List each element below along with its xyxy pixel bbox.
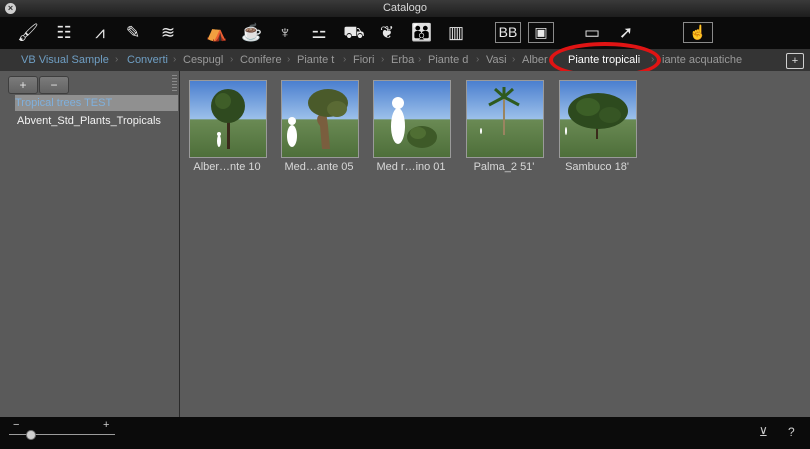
zoom-out-label: − — [13, 419, 20, 431]
category-tab[interactable]: Converti — [127, 49, 168, 71]
separator-chevron-icon: › — [418, 54, 422, 65]
sidebar: + − Tropical trees TEST Abvent_Std_Plant… — [0, 71, 180, 417]
tree-item-tropical-trees-test[interactable]: Tropical trees TEST — [15, 95, 178, 111]
thumbnail-tree[interactable] — [189, 80, 267, 158]
people-icon[interactable]: 👪 — [410, 22, 434, 44]
cup-icon[interactable]: ☕ — [240, 22, 264, 44]
tree-image — [211, 89, 245, 149]
download-icon[interactable]: ⊻ — [759, 425, 768, 439]
category-tab[interactable]: Piante d — [428, 49, 468, 71]
separator-chevron-icon: › — [512, 54, 516, 65]
thumbnail-label: Sambuco 18' — [565, 161, 629, 173]
folder-icon[interactable]: ▭ — [580, 22, 604, 44]
catalog-window: × Catalogo 🖌 ☷ ⩘ ✎ ≋ ⛺ ☕ ♆ ⚍ ⛟ ❦ 👪 ▥ BB … — [0, 0, 810, 449]
thumbnail-tree[interactable] — [281, 80, 359, 158]
status-bar: − + ⊻ ? — [0, 417, 810, 449]
remove-button[interactable]: − — [39, 76, 69, 94]
separator-chevron-icon: › — [287, 54, 291, 65]
category-tab[interactable]: Piante t — [297, 49, 334, 71]
separator-chevron-icon: › — [230, 54, 234, 65]
zoom-slider[interactable] — [9, 434, 115, 435]
category-tab[interactable]: Cespugl — [183, 49, 223, 71]
zoom-in-label: + — [103, 419, 110, 431]
category-tab[interactable]: Conifere — [240, 49, 282, 71]
thumbnail-label: Med…ante 05 — [284, 161, 354, 173]
hand-cursor-icon[interactable]: ☝ — [683, 22, 713, 43]
tree-item-abvent-std-plants-tropicals[interactable]: Abvent_Std_Plants_Tropicals — [17, 113, 161, 129]
billboard-icon[interactable]: BB — [495, 22, 521, 43]
separator-chevron-icon: › — [173, 54, 177, 65]
thumbnail-label: Alber…nte 10 — [193, 161, 261, 173]
sofa-icon[interactable]: ⛺ — [205, 22, 229, 44]
separator-chevron-icon: › — [381, 54, 385, 65]
add-folder-button[interactable]: + — [8, 76, 38, 94]
thumbnail-label: Med r…ino 01 — [376, 161, 446, 173]
separator-chevron-icon: › — [476, 54, 480, 65]
category-tab[interactable]: Fiori — [353, 49, 374, 71]
help-button[interactable]: ? — [788, 425, 795, 439]
tree-image — [480, 87, 520, 135]
tree-image — [391, 97, 437, 148]
category-tab[interactable]: Erba — [391, 49, 414, 71]
table-chairs-icon[interactable]: ⚍ — [307, 22, 331, 44]
category-tab[interactable]: iante acquatiche — [662, 49, 742, 71]
separator-chevron-icon: › — [343, 54, 347, 65]
category-breadcrumb: VB Visual Sample › Converti › Cespugl › … — [0, 49, 810, 71]
lamp-icon[interactable]: ♆ — [273, 22, 297, 44]
resize-grip-icon[interactable] — [172, 75, 177, 91]
thumbnail-tree[interactable] — [466, 80, 544, 158]
water-waves-icon[interactable]: ≋ — [156, 22, 180, 44]
separator-chevron-icon: › — [651, 54, 655, 65]
car-icon[interactable]: ⛟ — [342, 22, 366, 44]
pointer-arrow-icon[interactable]: ➚ — [614, 22, 638, 44]
title-bar: × Catalogo — [0, 0, 810, 17]
category-toolbar: 🖌 ☷ ⩘ ✎ ≋ ⛺ ☕ ♆ ⚍ ⛟ ❦ 👪 ▥ BB ▣ ▭ ➚ ☝ — [0, 17, 810, 49]
category-tab[interactable]: Vasi — [486, 49, 507, 71]
zoom-slider-knob[interactable] — [26, 430, 37, 440]
image-frame-icon[interactable]: ▣ — [528, 22, 554, 43]
category-tab[interactable]: Alber — [522, 49, 548, 71]
building-icon[interactable]: ▥ — [444, 22, 468, 44]
thumbnail-label: Palma_2 51' — [473, 161, 535, 173]
separator-chevron-icon: › — [115, 54, 119, 65]
plant-leaf-icon[interactable]: ❦ — [375, 22, 399, 44]
window-title: Catalogo — [382, 2, 428, 14]
wall-icon[interactable]: ☷ — [52, 22, 76, 44]
tree-image — [565, 93, 628, 139]
brush-icon[interactable]: ✎ — [121, 22, 145, 44]
category-tab-active[interactable]: Piante tropicali — [568, 49, 640, 71]
thumbnail-tree[interactable] — [373, 80, 451, 158]
thumbnail-grid: Alber…nte 10 Med…ante 05 Med r…ino 01 Pa… — [180, 71, 810, 417]
road-icon[interactable]: ⩘ — [88, 22, 112, 44]
category-tab[interactable]: VB Visual Sample — [21, 49, 109, 71]
thumbnail-tree[interactable] — [559, 80, 637, 158]
paint-roller-icon[interactable]: 🖌 — [16, 22, 40, 44]
close-icon[interactable]: × — [5, 3, 16, 14]
add-folder-icon[interactable]: + — [786, 53, 804, 69]
tree-image — [287, 89, 348, 149]
